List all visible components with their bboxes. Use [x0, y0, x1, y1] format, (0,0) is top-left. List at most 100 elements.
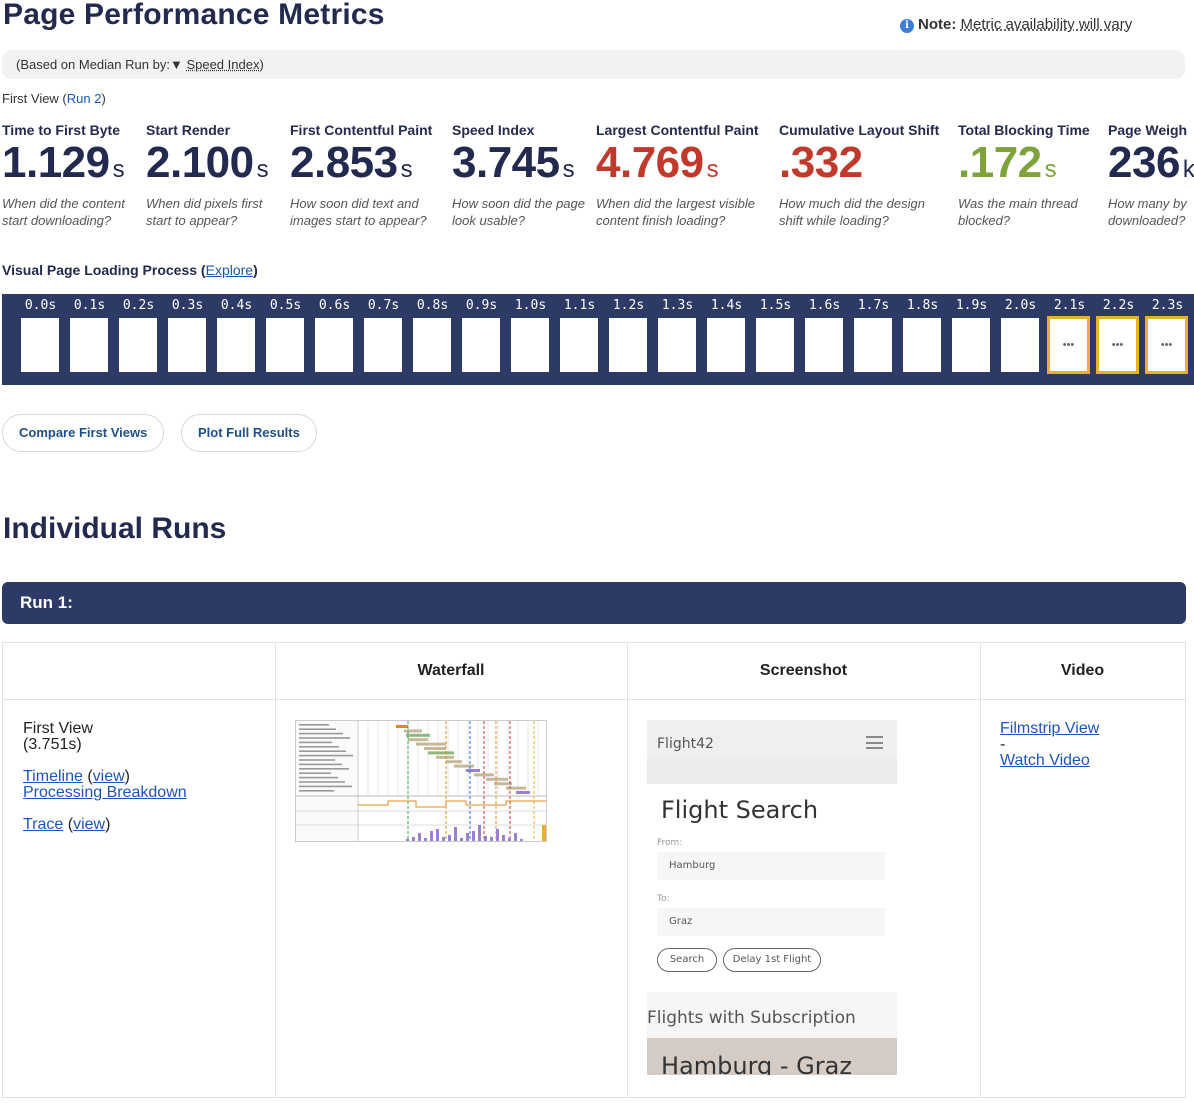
metric-value: 4.769 s	[596, 141, 768, 192]
filmstrip-frame[interactable]: 1.2s	[604, 294, 653, 372]
metric-first-contentful-paint: First Contentful Paint 2.853 s How soon did…	[290, 122, 442, 229]
metric-label: Page Weigh	[1108, 122, 1188, 138]
first-view-label: First View (Run 2)	[2, 91, 106, 106]
filmstrip-frame[interactable]: 1.3s	[653, 294, 702, 372]
frame-time: 1.7s	[857, 298, 890, 313]
filmstrip-frame[interactable]: 2.1s •••	[1045, 294, 1094, 374]
page-screenshot[interactable]: Flight42 Flight Search From: Hamburg To:…	[647, 720, 897, 1075]
filmstrip-frame[interactable]: 0.8s	[408, 294, 457, 372]
frame-time: 0.1s	[73, 298, 106, 313]
screenshot-delay-button: Delay 1st Flight	[723, 948, 821, 972]
frame-thumbnail	[707, 318, 745, 372]
frame-thumbnail	[1001, 318, 1039, 372]
frame-thumbnail	[21, 318, 59, 372]
filmstrip-frame[interactable]: 0.5s	[261, 294, 310, 372]
visual-process-heading: Visual Page Loading Process (Explore)	[2, 262, 258, 278]
metric-unit: s	[706, 156, 719, 183]
metric-unit: s	[256, 156, 269, 183]
median-metric-select[interactable]: Speed Index	[186, 57, 259, 72]
frame-time: 0.0s	[24, 298, 57, 313]
frame-thumbnail	[511, 318, 549, 372]
filmstrip-frame[interactable]: 0.7s	[359, 294, 408, 372]
median-dropdown-arrow-icon[interactable]: ▼	[170, 57, 183, 72]
frame-time: 0.5s	[269, 298, 302, 313]
explore-link[interactable]: Explore	[206, 262, 253, 278]
frame-time: 1.0s	[514, 298, 547, 313]
frame-time: 2.0s	[1004, 298, 1037, 313]
frame-time: 0.2s	[122, 298, 155, 313]
frame-thumbnail	[462, 318, 500, 372]
filmstrip-frame[interactable]: 2.0s	[996, 294, 1045, 372]
metric-unit: s	[1044, 156, 1057, 183]
frame-time: 0.3s	[171, 298, 204, 313]
filmstrip-frame[interactable]: 0.3s	[163, 294, 212, 372]
first-view-close: )	[101, 91, 106, 106]
header-divider	[3, 699, 1185, 700]
filmstrip-frame[interactable]: 1.7s	[849, 294, 898, 372]
col-divider	[627, 643, 628, 1097]
frame-thumbnail	[609, 318, 647, 372]
timeline-row: Timeline (view)	[23, 768, 130, 785]
timeline-link[interactable]: Timeline	[23, 768, 83, 785]
frame-thumbnail	[756, 318, 794, 372]
filmstrip-frame[interactable]: 2.3s •••	[1143, 294, 1192, 374]
watch-video-row: Watch Video	[1000, 753, 1090, 769]
run-1-table: Waterfall Screenshot Video First View (3…	[2, 642, 1186, 1098]
metric-unit: s	[112, 156, 125, 183]
screenshot-to-field: Graz	[657, 908, 885, 936]
filmstrip-frame[interactable]: 1.5s	[751, 294, 800, 372]
median-prefix: (Based on Median Run by:	[16, 57, 170, 72]
col-header-screenshot: Screenshot	[759, 662, 848, 679]
watch-video-link[interactable]: Watch Video	[1000, 752, 1090, 769]
run-2-link[interactable]: Run 2	[67, 91, 102, 106]
filmstrip-frame[interactable]: 1.9s	[947, 294, 996, 372]
filmstrip-frame[interactable]: 0.2s	[114, 294, 163, 372]
metric-number: 3.745	[452, 138, 560, 187]
filmstrip-frame[interactable]: 1.0s	[506, 294, 555, 372]
screenshot-search-card: Flight Search From: Hamburg To: Graz Sea…	[647, 784, 897, 992]
compare-first-views-button[interactable]: Compare First Views	[2, 414, 165, 452]
metric-number: .332	[779, 138, 863, 187]
filmstrip-frame[interactable]: 2.2s •••	[1094, 294, 1143, 374]
filmstrip-frame[interactable]: 0.1s	[65, 294, 114, 372]
filmstrip[interactable]: 0.0s 0.1s 0.2s 0.3s 0.4s 0.5s 0.6s 0.7s 0.8s 0.9s…	[2, 294, 1194, 385]
filmstrip-frame[interactable]: 0.6s	[310, 294, 359, 372]
plot-full-results-button[interactable]: Plot Full Results	[181, 414, 317, 452]
filmstrip-frame[interactable]: 0.9s	[457, 294, 506, 372]
filmstrip-frame[interactable]: 0.4s	[212, 294, 261, 372]
trace-view-link[interactable]: view	[73, 816, 105, 833]
filmstrip-frame[interactable]: 1.4s	[702, 294, 751, 372]
filmstrip-frame[interactable]: 1.8s	[898, 294, 947, 372]
filmstrip-frame[interactable]: 1.6s	[800, 294, 849, 372]
processing-breakdown-link[interactable]: Processing Breakdown	[23, 784, 187, 801]
metric-unit: s	[562, 156, 575, 183]
frame-thumbnail	[560, 318, 598, 372]
metric-unit: k	[1182, 156, 1194, 183]
metric-unit: s	[400, 156, 413, 183]
screenshot-from-field: Hamburg	[657, 852, 885, 880]
screenshot-app-header: Flight42	[647, 720, 897, 756]
filmstrip-frame[interactable]: 1.1s	[555, 294, 604, 372]
col-header-video: Video	[1060, 662, 1105, 679]
frame-time: 1.8s	[906, 298, 939, 313]
metric-number: 2.853	[290, 138, 398, 187]
trace-link[interactable]: Trace	[23, 816, 63, 833]
waterfall-thumbnail[interactable]	[295, 720, 547, 842]
frame-time: 0.8s	[416, 298, 449, 313]
metric-question: How much did the design shift while load…	[779, 196, 925, 228]
metric-number: 1.129	[2, 138, 110, 187]
timeline-view-link[interactable]: view	[93, 768, 125, 785]
filmstrip-view-link[interactable]: Filmstrip View	[1000, 720, 1099, 737]
col-divider	[275, 643, 276, 1097]
frame-time: 0.6s	[318, 298, 351, 313]
metric-value: 236 k	[1108, 141, 1194, 192]
metric-number: .172	[958, 138, 1042, 187]
frame-time: 2.3s	[1151, 298, 1184, 313]
visual-process-label: Visual Page Loading Process	[2, 262, 198, 278]
frame-thumbnail	[70, 318, 108, 372]
note-text: Metric availability will vary	[960, 16, 1133, 33]
frame-time: 1.3s	[661, 298, 694, 313]
metric-time-to-first-byte: Time to First Byte 1.129 s When did the con…	[2, 122, 137, 229]
filmstrip-frame[interactable]: 0.0s	[16, 294, 65, 372]
screenshot-heading: Flight Search	[661, 796, 819, 824]
